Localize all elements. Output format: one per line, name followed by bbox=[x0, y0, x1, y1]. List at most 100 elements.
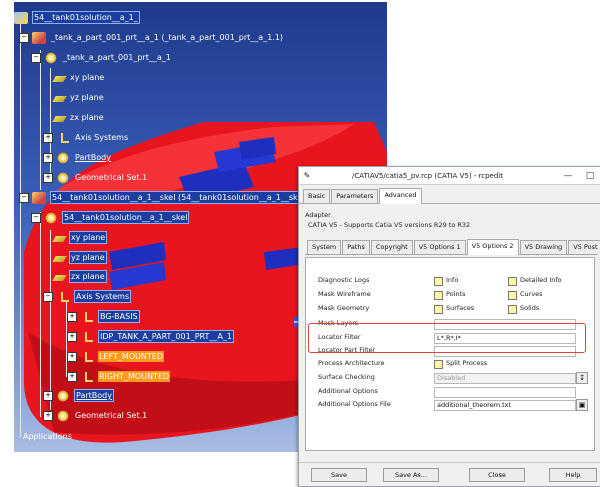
tree-node[interactable]: − _tank_a_part_001_prt__a_1 bbox=[31, 51, 172, 64]
tree-node-label[interactable]: xy plane bbox=[69, 72, 105, 83]
tab-advanced[interactable]: Advanced bbox=[379, 188, 422, 204]
detailed-info-checkbox[interactable] bbox=[508, 277, 517, 286]
tree-node[interactable]: + BG-BASIS bbox=[67, 310, 140, 323]
expand-icon[interactable]: + bbox=[67, 352, 77, 362]
tree-node[interactable]: yz plane bbox=[52, 91, 105, 104]
diagnostic-logs-label: Diagnostic Logs bbox=[318, 276, 370, 284]
tree-node[interactable]: Applications bbox=[22, 430, 73, 443]
tree-node[interactable]: + Geometrical Set.1 bbox=[43, 409, 148, 422]
tab-paths[interactable]: Paths bbox=[342, 240, 370, 254]
tree-node[interactable]: − _tank_a_part_001_prt__a_1 (_tank_a_par… bbox=[19, 31, 284, 44]
tree-node-label[interactable]: zx plane bbox=[69, 270, 107, 283]
adapter-value: CATIA V5 - Supports Catia V5 versions R2… bbox=[308, 221, 471, 229]
points-checkbox[interactable] bbox=[434, 291, 443, 300]
close-button[interactable]: Close bbox=[469, 468, 525, 482]
tab-system[interactable]: System bbox=[307, 240, 342, 254]
plane-icon bbox=[52, 256, 67, 262]
tree-node[interactable]: zx plane bbox=[52, 270, 107, 283]
expand-icon[interactable]: + bbox=[67, 332, 77, 342]
tree-node[interactable]: + Axis Systems bbox=[43, 131, 129, 144]
expand-icon[interactable]: − bbox=[19, 33, 29, 43]
tab-v5-post-process[interactable]: V5 Post Process bbox=[568, 240, 600, 254]
tree-node[interactable]: + IDP_TANK_A_PART_001_PRT__A_1 bbox=[67, 330, 234, 343]
tree-node[interactable]: + PartBody bbox=[43, 389, 114, 402]
maximize-button[interactable]: □ bbox=[579, 171, 600, 181]
tree-node[interactable]: xy plane bbox=[52, 231, 108, 244]
expand-icon[interactable]: + bbox=[67, 312, 77, 322]
tab-parameters[interactable]: Parameters bbox=[331, 189, 379, 203]
minimize-button[interactable]: — bbox=[557, 171, 579, 181]
tree-node-label[interactable]: Applications bbox=[22, 431, 73, 442]
tree-node[interactable]: + LEFT_MOUNTED bbox=[67, 350, 164, 363]
dropdown-arrow-icon[interactable]: ↧ bbox=[576, 372, 588, 384]
main-tab-bar: Basic Parameters Advanced bbox=[299, 188, 600, 204]
pin-icon[interactable]: ✎ bbox=[302, 171, 312, 180]
tree-node[interactable]: − 54__tank01solution__a_1__skel (54__tan… bbox=[19, 191, 318, 204]
expand-icon[interactable]: + bbox=[43, 391, 53, 401]
expand-icon[interactable]: + bbox=[43, 173, 53, 183]
tree-node-label[interactable]: PartBody bbox=[74, 152, 112, 163]
tab-v5-options-1[interactable]: V5 Options 1 bbox=[413, 240, 466, 254]
expand-icon[interactable]: + bbox=[43, 133, 53, 143]
tree-node-label[interactable]: Axis Systems bbox=[74, 290, 132, 303]
expand-icon[interactable]: − bbox=[43, 292, 53, 302]
tab-basic[interactable]: Basic bbox=[303, 189, 331, 203]
expand-icon[interactable]: − bbox=[31, 213, 41, 223]
surfaces-checkbox[interactable] bbox=[434, 305, 443, 314]
tree-node-label[interactable]: yz plane bbox=[69, 92, 105, 103]
solids-checkbox[interactable] bbox=[508, 305, 517, 314]
tree-node[interactable]: − Axis Systems bbox=[43, 290, 132, 303]
expand-icon[interactable]: − bbox=[19, 193, 29, 203]
options-tab-bar: System Paths Copyright V5 Options 1 V5 O… bbox=[305, 239, 600, 255]
tree-node-label[interactable]: LEFT_MOUNTED bbox=[98, 351, 164, 362]
save-as-button[interactable]: Save As... bbox=[383, 468, 439, 482]
tree-node-label[interactable]: _tank_a_part_001_prt__a_1 bbox=[62, 52, 172, 63]
process-architecture-label: Process Architecture bbox=[318, 359, 385, 367]
tree-node-label[interactable]: PartBody bbox=[74, 389, 114, 402]
tree-node-label[interactable]: Geometrical Set.1 bbox=[74, 410, 148, 421]
part-body-icon bbox=[56, 389, 70, 402]
tree-node-label[interactable]: xy plane bbox=[69, 231, 108, 244]
tab-copyright[interactable]: Copyright bbox=[370, 240, 413, 254]
tree-node[interactable]: yz plane bbox=[52, 251, 107, 264]
tree-node-label[interactable]: RIGHT_MOUNTED bbox=[98, 371, 171, 382]
tree-node-label[interactable]: Axis Systems bbox=[74, 132, 129, 143]
tree-root-label[interactable]: 54__tank01solution__a_1_ bbox=[32, 11, 140, 24]
tree-node[interactable]: + Geometrical Set.1 bbox=[43, 171, 148, 184]
browse-folder-icon[interactable]: ▣ bbox=[576, 399, 588, 411]
tree-root-node[interactable]: 54__tank01solution__a_1_ bbox=[14, 11, 140, 24]
expand-icon[interactable]: + bbox=[43, 411, 53, 421]
tree-node-label[interactable]: _tank_a_part_001_prt__a_1 (_tank_a_part_… bbox=[50, 32, 284, 43]
expand-icon[interactable]: + bbox=[43, 153, 53, 163]
tree-node[interactable]: + PartBody bbox=[43, 151, 112, 164]
tree-node[interactable]: − 54__tank01solution__a_1__skel bbox=[31, 211, 190, 224]
info-checkbox[interactable] bbox=[434, 277, 443, 286]
plane-icon bbox=[52, 116, 67, 122]
expand-icon[interactable]: − bbox=[31, 53, 41, 63]
save-button[interactable]: Save bbox=[311, 468, 367, 482]
tab-v5-drawing[interactable]: V5 Drawing bbox=[519, 240, 568, 254]
curves-checkbox[interactable] bbox=[508, 291, 517, 300]
surface-checking-select[interactable]: Disabled bbox=[434, 373, 576, 384]
tree-node-label[interactable]: IDP_TANK_A_PART_001_PRT__A_1 bbox=[98, 330, 234, 343]
tree-node-label[interactable]: 54__tank01solution__a_1__skel (54__tank0… bbox=[50, 191, 318, 204]
tree-node-label[interactable]: 54__tank01solution__a_1__skel bbox=[62, 211, 190, 224]
surfaces-label: Surfaces bbox=[446, 304, 475, 312]
info-label: Info bbox=[446, 276, 459, 284]
tree-node[interactable]: zx plane bbox=[52, 111, 105, 124]
tree-node[interactable]: xy plane bbox=[52, 71, 105, 84]
split-process-checkbox[interactable] bbox=[434, 360, 443, 369]
expand-icon[interactable]: + bbox=[67, 372, 77, 382]
mask-wireframe-label: Mask Wireframe bbox=[318, 290, 371, 298]
help-button[interactable]: Help bbox=[549, 468, 597, 482]
tree-node-label[interactable]: BG-BASIS bbox=[98, 310, 140, 323]
additional-options-field[interactable] bbox=[434, 387, 576, 398]
tree-node-label[interactable]: Geometrical Set.1 bbox=[74, 172, 148, 183]
tree-node-label[interactable]: zx plane bbox=[69, 112, 105, 123]
tree-node-label[interactable]: yz plane bbox=[69, 251, 107, 264]
dialog-titlebar[interactable]: ✎ /CATIAV5/catia5_pv.rcp (CATIA V5) - rc… bbox=[299, 167, 600, 185]
adapter-legend: Adapter bbox=[305, 211, 331, 219]
tree-node[interactable]: + RIGHT_MOUNTED bbox=[67, 370, 171, 383]
additional-options-file-field[interactable]: additional_theorem.txt bbox=[434, 400, 576, 411]
tab-v5-options-2[interactable]: V5 Options 2 bbox=[466, 239, 519, 255]
